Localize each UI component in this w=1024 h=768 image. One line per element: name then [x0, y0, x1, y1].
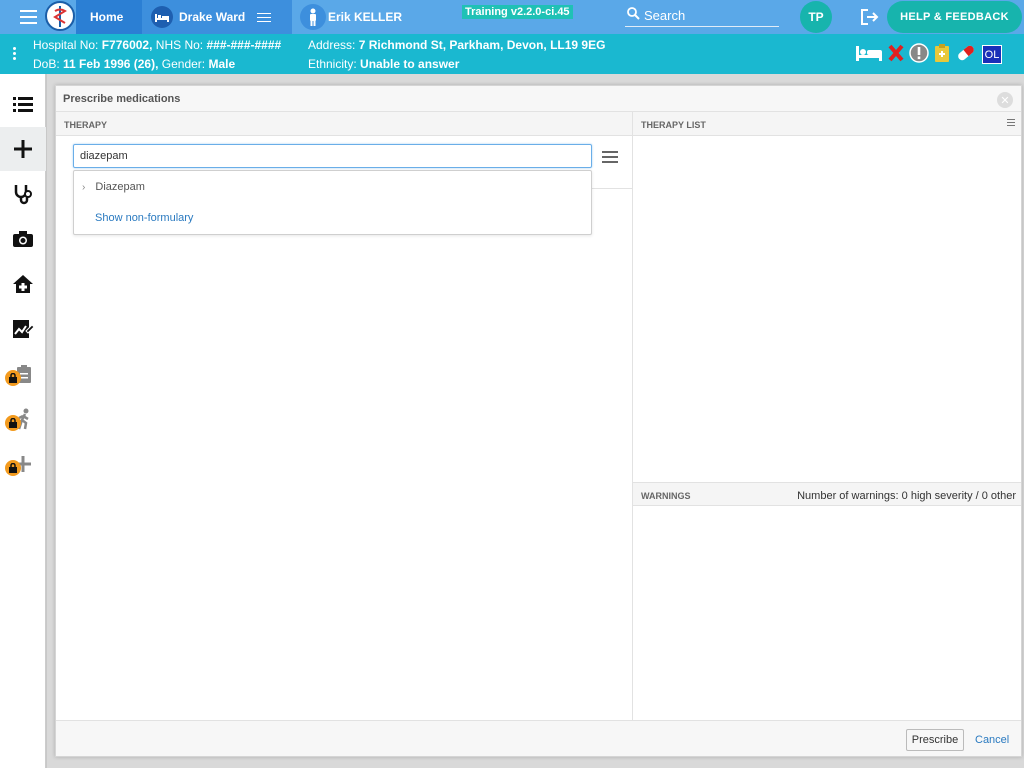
pill-icon[interactable]	[955, 43, 977, 66]
banner-alert-icons: OL	[855, 43, 1002, 66]
home-label: Home	[90, 10, 124, 24]
nav-stethoscope-icon[interactable]	[0, 172, 46, 216]
breadcrumb-ward[interactable]: Drake Ward	[142, 0, 292, 34]
hamburger-menu-icon[interactable]	[602, 151, 618, 166]
ethnicity-line: Ethnicity: Unable to answer	[308, 57, 460, 71]
banner-menu-icon[interactable]	[13, 47, 16, 62]
logout-icon[interactable]	[860, 8, 880, 26]
ward-menu-icon[interactable]	[257, 12, 272, 22]
nav-list-icon[interactable]	[0, 82, 46, 126]
clipboard-alert-icon[interactable]	[934, 43, 950, 66]
lock-icon	[5, 370, 21, 386]
search-icon	[627, 7, 640, 23]
bed-icon[interactable]	[855, 44, 883, 65]
lock-icon	[5, 460, 21, 476]
user-avatar[interactable]: TP	[800, 1, 832, 33]
dialog-header: Prescribe medications ✕	[56, 86, 1021, 112]
prescribe-medications-dialog: Prescribe medications ✕ THERAPY THERAPY …	[55, 85, 1022, 757]
breadcrumb-home[interactable]: Home	[76, 0, 142, 34]
dob-gender-line: DoB: 11 Feb 1996 (26), Gender: Male	[33, 57, 236, 71]
close-icon[interactable]: ✕	[997, 92, 1013, 108]
nav-walking-icon	[0, 397, 46, 441]
show-non-formulary-link[interactable]: Show non-formulary	[95, 212, 193, 224]
hospital-nhs-line: Hospital No: F776002, NHS No: ###-###-##…	[33, 38, 282, 52]
address-line: Address: 7 Richmond St, Parkham, Devon, …	[308, 38, 606, 52]
dialog-title: Prescribe medications	[63, 93, 181, 105]
medication-search-input[interactable]: diazepam	[73, 144, 592, 168]
patient-icon	[300, 4, 326, 30]
alert-icon[interactable]	[909, 43, 929, 66]
nav-add-icon	[0, 442, 46, 486]
therapy-list-header: THERAPY LIST	[633, 112, 1021, 136]
warnings-count: Number of warnings: 0 high severity / 0 …	[797, 490, 1016, 502]
address: 7 Richmond St, Parkham, Devon, LL19 9EG	[358, 38, 606, 52]
ethnicity: Unable to answer	[360, 57, 460, 71]
ol-badge[interactable]: OL	[982, 45, 1002, 64]
version-badge: Training v2.2.0-ci.45	[462, 5, 573, 19]
help-feedback-button[interactable]: HELP & FEEDBACK	[887, 1, 1022, 33]
search-suggestions-dropdown: › Diazepam Show non-formulary	[73, 170, 592, 235]
hospital-number: F776002,	[101, 38, 153, 52]
ward-label: Drake Ward	[179, 10, 246, 24]
nav-plus-icon[interactable]	[0, 127, 46, 171]
suggestion-item[interactable]: › Diazepam	[82, 181, 145, 193]
therapy-list-menu-icon[interactable]	[1007, 119, 1015, 128]
search-placeholder: Search	[644, 7, 686, 23]
nav-clipboard-icon	[0, 352, 46, 396]
search-input[interactable]: Search	[625, 4, 779, 27]
patient-name[interactable]: Erik KELLER	[328, 10, 402, 24]
lock-icon	[5, 415, 21, 431]
app-logo	[45, 1, 75, 31]
dialog-footer: Prescribe Cancel	[56, 720, 1021, 756]
patient-banner: Hospital No: F776002, NHS No: ###-###-##…	[0, 34, 1024, 74]
bed-icon	[151, 6, 173, 28]
nav-home-medical-icon[interactable]	[0, 262, 46, 306]
app: Home Drake Ward Erik KELLER Training v2.…	[0, 0, 1024, 768]
no-resuscitation-icon[interactable]	[888, 44, 904, 65]
left-sidebar	[0, 74, 46, 768]
therapy-panel-header: THERAPY	[56, 112, 632, 136]
nav-camera-icon[interactable]	[0, 217, 46, 261]
warnings-header: WARNINGS Number of warnings: 0 high seve…	[633, 482, 1021, 506]
nhs-number: ###-###-####	[206, 38, 282, 52]
nav-chart-edit-icon[interactable]	[0, 307, 46, 351]
gender: Male	[208, 57, 236, 71]
date-of-birth: 11 Feb 1996 (26),	[63, 57, 159, 71]
cancel-link[interactable]: Cancel	[975, 734, 1009, 746]
menu-icon[interactable]	[20, 10, 37, 24]
prescribe-button[interactable]: Prescribe	[906, 729, 964, 751]
top-nav-bar: Home Drake Ward Erik KELLER Training v2.…	[0, 0, 1024, 34]
chevron-right-icon: ›	[82, 182, 86, 193]
